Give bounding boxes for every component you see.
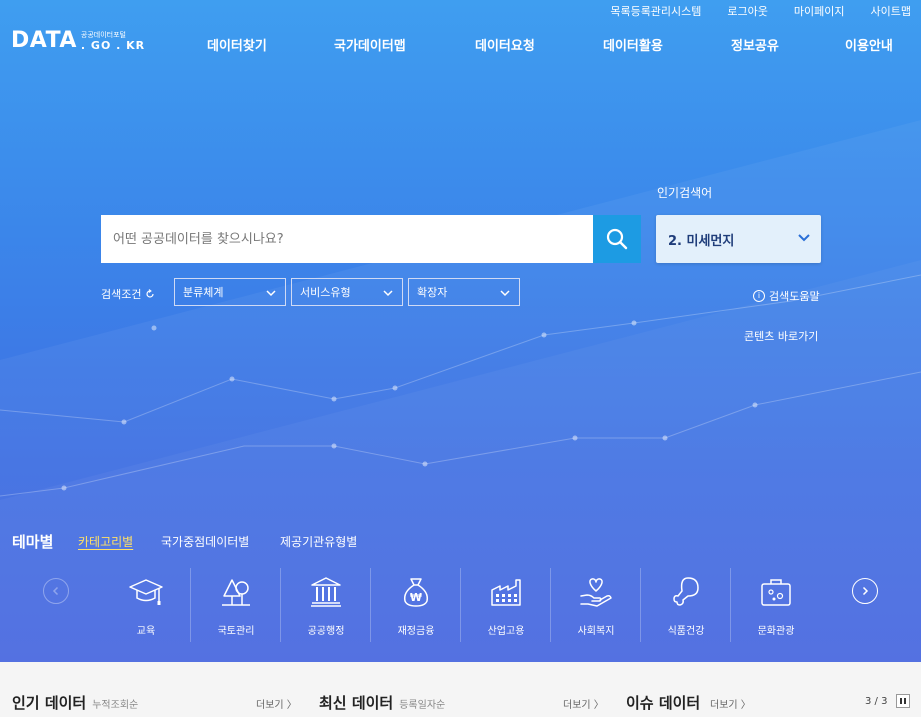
popular-keyword: 2. 미세먼지 — [668, 233, 735, 249]
select-classification[interactable]: 분류체계 — [174, 278, 286, 306]
popular-keywords-label: 인기검색어 — [657, 186, 713, 200]
suitcase-icon — [761, 579, 791, 606]
nav-item-data-use[interactable]: 데이터활용 — [603, 35, 663, 54]
content-shortcut-link[interactable]: 콘텐츠 바로가기 — [744, 328, 818, 344]
category-public-admin[interactable]: 공공행정 — [281, 568, 371, 642]
search-box — [101, 215, 595, 263]
popular-more-link[interactable]: 더보기 〉 — [256, 696, 297, 711]
graduation-cap-icon — [129, 579, 163, 605]
pager-indicator: 3 / 3 — [865, 696, 888, 707]
refresh-icon — [146, 289, 155, 298]
hero-section: 목록등록관리시스템 로그아웃 마이페이지 사이트맵 DATA 공공데이터포털 .… — [0, 0, 921, 662]
category-welfare[interactable]: 사회복지 — [551, 568, 641, 642]
logo-main-text: DATA — [11, 28, 77, 53]
theme-title: 테마별 — [12, 533, 54, 551]
popular-data-title: 인기 데이터 누적조회순 — [12, 694, 139, 712]
issue-data-title: 이슈 데이터 — [626, 694, 701, 712]
util-link-admin[interactable]: 목록등록관리시스템 — [610, 3, 701, 19]
category-food-health[interactable]: 식품건강 — [641, 568, 731, 642]
issue-more-link[interactable]: 더보기 〉 — [710, 696, 751, 711]
category-land[interactable]: 국토관리 — [191, 568, 281, 642]
popular-keyword-dropdown[interactable]: 2. 미세먼지 — [656, 215, 821, 263]
chevron-left-icon — [52, 586, 59, 596]
info-icon: i — [753, 290, 765, 302]
government-building-icon — [311, 577, 341, 607]
select-service-type[interactable]: 서비스유형 — [291, 278, 403, 306]
site-logo[interactable]: DATA 공공데이터포털 . GO . KR — [11, 30, 145, 52]
search-help-link[interactable]: i 검색도움말 — [753, 288, 820, 304]
nav-item-data-search[interactable]: 데이터찾기 — [207, 35, 267, 54]
select-extension[interactable]: 확장자 — [408, 278, 520, 306]
category-industry[interactable]: 산업고용 — [461, 568, 551, 642]
logo-domain: . GO . KR — [80, 39, 146, 52]
nav-item-guide[interactable]: 이용안내 — [845, 35, 893, 54]
nav-item-data-request[interactable]: 데이터요청 — [475, 35, 535, 54]
next-arrow-button[interactable] — [852, 578, 878, 604]
chevron-down-icon — [266, 290, 276, 297]
money-bag-icon: ₩ — [403, 578, 429, 607]
drumstick-icon — [673, 577, 699, 606]
search-icon — [606, 228, 628, 250]
chevron-right-icon — [862, 586, 869, 596]
chevron-down-icon — [500, 290, 510, 297]
search-input[interactable] — [101, 215, 595, 263]
data-lists-section: 인기 데이터 누적조회순 더보기 〉 최신 데이터 등록일자순 더보기 〉 이슈 데… — [0, 662, 921, 717]
util-link-mypage[interactable]: 마이페이지 — [794, 3, 845, 19]
search-condition-label[interactable]: 검색조건 — [101, 286, 155, 302]
latest-more-link[interactable]: 더보기 〉 — [563, 696, 604, 711]
tab-provider-type[interactable]: 제공기관유형별 — [280, 533, 357, 550]
heart-hand-icon — [580, 578, 612, 607]
category-finance[interactable]: ₩ 재정금융 — [371, 568, 461, 642]
pause-icon — [900, 698, 906, 704]
tab-category[interactable]: 카테고리별 — [78, 533, 133, 550]
pause-button[interactable] — [896, 694, 910, 708]
utility-links: 목록등록관리시스템 로그아웃 마이페이지 사이트맵 — [584, 3, 911, 19]
chevron-down-icon — [798, 234, 810, 242]
tab-national-priority[interactable]: 국가중점데이터별 — [161, 533, 249, 550]
util-link-sitemap[interactable]: 사이트맵 — [871, 3, 911, 19]
prev-arrow-button[interactable] — [43, 578, 69, 604]
nav-item-info-share[interactable]: 정보공유 — [731, 35, 779, 54]
svg-text:₩: ₩ — [410, 591, 422, 604]
category-culture-tourism[interactable]: 문화관광 — [731, 568, 821, 642]
trees-icon — [222, 579, 250, 606]
chevron-down-icon — [383, 290, 393, 297]
nav-item-national-map[interactable]: 국가데이터맵 — [334, 35, 406, 54]
factory-icon — [491, 579, 521, 606]
latest-data-title: 최신 데이터 등록일자순 — [319, 694, 446, 712]
category-education[interactable]: 교육 — [101, 568, 191, 642]
search-button[interactable] — [593, 215, 641, 263]
util-link-logout[interactable]: 로그아웃 — [727, 3, 767, 19]
